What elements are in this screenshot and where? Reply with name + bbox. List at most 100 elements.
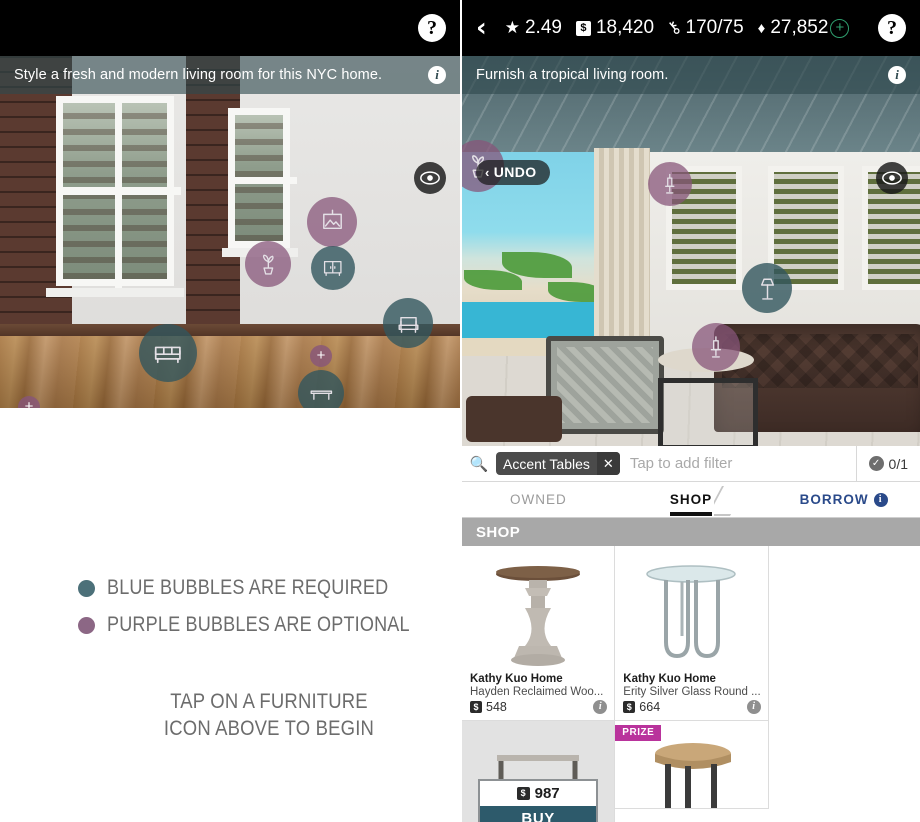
bubble-cabinet[interactable] bbox=[311, 246, 355, 290]
tap-hint-line2: ICON ABOVE TO BEGIN bbox=[163, 716, 375, 740]
product-meta: Kathy Kuo Home Erity Silver Glass Round … bbox=[615, 670, 767, 720]
log-stool-icon bbox=[655, 743, 732, 808]
eye-icon bbox=[882, 171, 902, 185]
undo-button[interactable]: ‹ UNDO bbox=[476, 160, 550, 185]
product-card-selected[interactable]: $ 987 BUY CFC Marin Side Table $ 987 i bbox=[462, 721, 616, 822]
tab-borrow-label: BORROW bbox=[799, 492, 869, 507]
bubble-coffee-table[interactable] bbox=[298, 370, 344, 408]
filter-count-value: 0/1 bbox=[888, 455, 908, 472]
money-icon: $ bbox=[470, 701, 482, 713]
undo-chevron-icon: ‹ bbox=[485, 164, 490, 180]
pedestal-table-icon bbox=[496, 566, 581, 666]
tab-separator bbox=[714, 482, 736, 518]
bubble-candle-center[interactable] bbox=[692, 323, 740, 371]
product-price-value: 664 bbox=[639, 700, 661, 714]
product-meta: Kathy Kuo Home Hayden Reclaimed Woo... $… bbox=[462, 670, 614, 720]
product-grid: Kathy Kuo Home Hayden Reclaimed Woo... $… bbox=[462, 546, 920, 822]
check-icon: ✓ bbox=[868, 456, 884, 471]
filter-bar: 🔍 Accent Tables ✕ Tap to add filter ✓ 0/… bbox=[462, 446, 920, 482]
left-topbar: ? bbox=[0, 0, 460, 56]
buy-price-value: 987 bbox=[534, 785, 560, 802]
add-gems-button[interactable]: + bbox=[830, 18, 850, 38]
product-name: Hayden Reclaimed Woo... bbox=[470, 686, 604, 698]
tab-owned[interactable]: OWNED bbox=[462, 482, 615, 517]
coffee-table-icon bbox=[310, 390, 332, 400]
stat-coins[interactable]: $ 18,420 bbox=[575, 17, 655, 39]
star-icon: ★ bbox=[504, 18, 520, 37]
bubble-artwork[interactable] bbox=[307, 197, 357, 247]
bubble-floor-lamp[interactable] bbox=[742, 263, 792, 313]
right-panel: ‹ ★ 2.49 $ 18,420 ⚷ 170/75 ♦ 27,852 + ? … bbox=[460, 0, 920, 822]
stat-rating[interactable]: ★ 2.49 bbox=[505, 17, 562, 39]
stat-keys[interactable]: ⚷ 170/75 bbox=[663, 16, 744, 39]
legend-label-required: BLUE BUBBLES ARE REQUIRED bbox=[107, 576, 389, 599]
left-panel: ? + + Style a fresh and modern living ro… bbox=[0, 0, 460, 822]
bubble-legend: BLUE BUBBLES ARE REQUIRED PURPLE BUBBLES… bbox=[0, 576, 460, 743]
hairpin-table-icon bbox=[646, 565, 737, 659]
plant-icon bbox=[262, 254, 274, 275]
shop-section-header: SHOP bbox=[462, 518, 920, 546]
window-right bbox=[228, 108, 297, 248]
product-card[interactable]: PRIZE bbox=[615, 721, 769, 809]
candle-icon bbox=[665, 174, 675, 194]
money-icon: $ bbox=[623, 701, 636, 713]
tab-shop[interactable]: SHOP bbox=[615, 482, 768, 517]
buy-price: $ 987 bbox=[480, 781, 597, 806]
key-icon: ⚷ bbox=[663, 16, 685, 39]
bubble-candle-left[interactable] bbox=[648, 162, 692, 206]
product-info-icon[interactable]: i bbox=[746, 700, 761, 714]
tap-hint: TAP ON A FURNITURE ICON ABOVE TO BEGIN bbox=[78, 689, 460, 743]
visibility-toggle-button[interactable] bbox=[414, 162, 446, 194]
bubble-armchair[interactable] bbox=[383, 298, 433, 348]
right-goal-bar: Furnish a tropical living room. i bbox=[462, 56, 920, 94]
search-icon[interactable]: 🔍 bbox=[462, 455, 496, 473]
eye-icon bbox=[420, 171, 440, 185]
right-topbar: ‹ ★ 2.49 $ 18,420 ⚷ 170/75 ♦ 27,852 + ? bbox=[462, 0, 920, 56]
goal-info-icon[interactable]: i bbox=[428, 66, 446, 84]
filter-input[interactable]: Tap to add filter bbox=[620, 455, 856, 472]
filter-chip-accent-tables[interactable]: Accent Tables ✕ bbox=[496, 452, 620, 475]
product-price: $ 664 bbox=[623, 700, 759, 714]
product-brand: Kathy Kuo Home bbox=[470, 673, 563, 685]
tropical-room-render bbox=[462, 56, 920, 446]
back-button[interactable]: ‹ bbox=[476, 15, 487, 41]
legend-dot-purple bbox=[78, 616, 95, 634]
cabinet-icon bbox=[324, 261, 342, 277]
filter-chip-remove-icon[interactable]: ✕ bbox=[596, 452, 620, 475]
filter-chip-label: Accent Tables bbox=[503, 455, 590, 472]
artwork-icon bbox=[322, 209, 342, 229]
product-card[interactable]: Kathy Kuo Home Hayden Reclaimed Woo... $… bbox=[462, 546, 616, 721]
stat-keys-value: 170/75 bbox=[685, 17, 744, 38]
product-brand: Kathy Kuo Home bbox=[623, 673, 716, 685]
tab-borrow[interactable]: BORROW i bbox=[767, 482, 920, 517]
catalog-tabs: OWNED SHOP BORROW i bbox=[462, 482, 920, 518]
help-button[interactable]: ? bbox=[418, 14, 446, 42]
stat-gems[interactable]: ♦ 27,852 + bbox=[758, 17, 850, 39]
goal-text: Style a fresh and modern living room for… bbox=[14, 67, 383, 83]
filter-count: ✓ 0/1 bbox=[855, 446, 920, 481]
help-button[interactable]: ? bbox=[878, 14, 906, 42]
legend-row-optional: PURPLE BUBBLES ARE OPTIONAL bbox=[78, 613, 460, 637]
goal-info-icon[interactable]: i bbox=[888, 66, 906, 84]
tab-borrow-info-icon: i bbox=[873, 492, 888, 507]
buy-overlay[interactable]: $ 987 BUY bbox=[478, 779, 599, 822]
product-image bbox=[462, 546, 614, 670]
stat-coins-value: 18,420 bbox=[595, 17, 655, 38]
visibility-toggle-button[interactable] bbox=[876, 162, 908, 194]
gem-icon: ♦ bbox=[757, 19, 766, 37]
stats-bar: ★ 2.49 $ 18,420 ⚷ 170/75 ♦ 27,852 + bbox=[505, 16, 864, 39]
bubble-sofa[interactable] bbox=[139, 324, 197, 382]
buy-button[interactable]: BUY bbox=[480, 806, 597, 822]
room-scene-nyc[interactable]: + + bbox=[0, 56, 460, 408]
goal-text: Furnish a tropical living room. bbox=[476, 67, 669, 83]
product-card[interactable]: Kathy Kuo Home Erity Silver Glass Round … bbox=[615, 546, 769, 721]
armchair-icon bbox=[397, 316, 419, 333]
bubble-plant[interactable] bbox=[245, 241, 291, 287]
room-scene-tropical[interactable]: ‹ UNDO bbox=[462, 56, 920, 446]
app-screenshot: ? + + Style a fresh and modern living ro… bbox=[0, 0, 920, 822]
nyc-room-render bbox=[0, 56, 460, 408]
stat-rating-value: 2.49 bbox=[524, 17, 562, 38]
plus-badge-coffee-table[interactable]: + bbox=[310, 345, 332, 367]
legend-row-required: BLUE BUBBLES ARE REQUIRED bbox=[78, 576, 460, 600]
candle-icon bbox=[710, 336, 722, 358]
